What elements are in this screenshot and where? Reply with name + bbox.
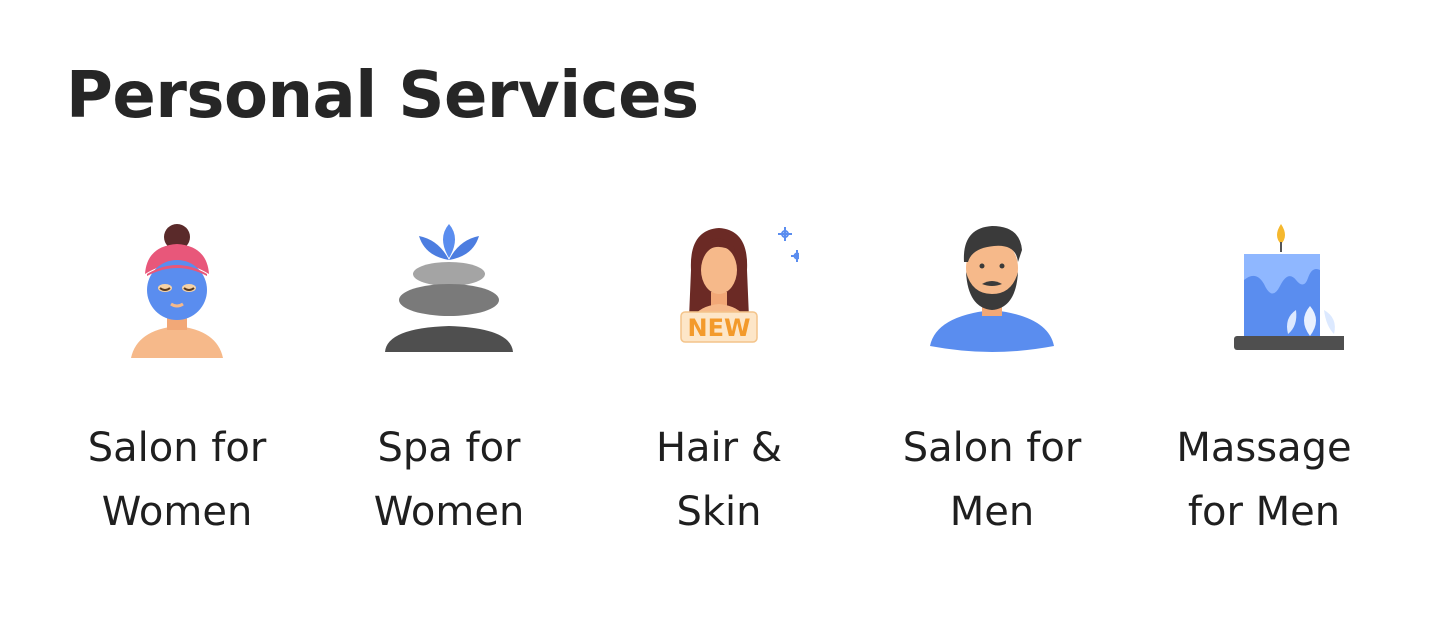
new-hair-skin-icon: NEW — [639, 210, 799, 370]
bearded-man-icon — [912, 210, 1072, 370]
spa-stones-lotus-icon — [369, 210, 529, 370]
service-label-line1: Salon for — [902, 425, 1082, 471]
service-spa-for-women[interactable]: Spa for Women — [334, 210, 564, 550]
service-massage-for-men[interactable]: Massage for Men — [1149, 210, 1379, 550]
service-salon-for-women[interactable]: Salon for Women — [62, 210, 292, 550]
service-label-line2: Women — [373, 489, 525, 535]
service-label-line2: Men — [949, 489, 1035, 535]
face-mask-woman-icon — [97, 210, 257, 370]
service-label: Salon for Men — [877, 416, 1107, 544]
candle-lotus-icon — [1184, 210, 1344, 370]
service-label: Massage for Men — [1149, 416, 1379, 544]
section-title: Personal Services — [66, 59, 699, 133]
service-label-line2: Women — [101, 489, 253, 535]
service-hair-and-skin[interactable]: NEW Hair & Skin — [604, 210, 834, 550]
service-label: Salon for Women — [62, 416, 292, 544]
service-label-line1: Hair & — [655, 425, 783, 471]
service-label-line1: Spa for — [377, 425, 521, 471]
service-label-line1: Massage — [1176, 425, 1352, 471]
service-label: Spa for Women — [334, 416, 564, 544]
new-badge-text: NEW — [688, 314, 751, 342]
service-label-line1: Salon for — [87, 425, 267, 471]
service-label-line2: for Men — [1187, 489, 1341, 535]
service-label-line2: Skin — [676, 489, 762, 535]
service-salon-for-men[interactable]: Salon for Men — [877, 210, 1107, 550]
service-label: Hair & Skin — [604, 416, 834, 544]
